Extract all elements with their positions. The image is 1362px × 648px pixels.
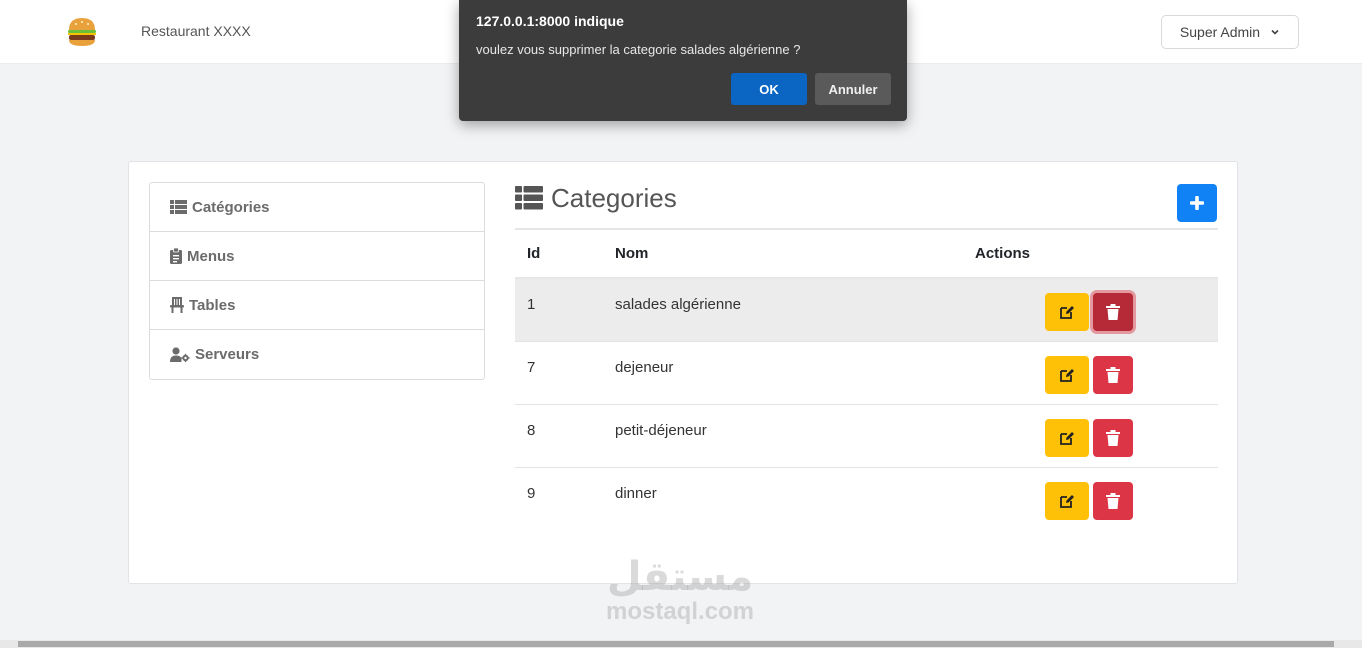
watermark-latin: mostaql.com bbox=[605, 598, 755, 625]
table-row: 8 petit-déjeneur bbox=[515, 404, 1218, 468]
trash-icon bbox=[1106, 429, 1120, 446]
cell-actions bbox=[963, 341, 1218, 405]
page-title: Categories bbox=[515, 182, 677, 214]
cell-id: 7 bbox=[515, 341, 603, 405]
cell-id: 9 bbox=[527, 484, 536, 502]
sidebar-nav: Catégories Menus Tables Serveurs bbox=[149, 182, 485, 380]
sidebar-item-label: Serveurs bbox=[195, 346, 260, 363]
cell-actions bbox=[963, 467, 1218, 530]
edit-icon bbox=[1060, 368, 1074, 382]
trash-icon bbox=[1106, 304, 1120, 320]
column-header-nom: Nom bbox=[603, 230, 963, 279]
chair-icon bbox=[170, 297, 184, 313]
cell-nom: salades algérienne bbox=[603, 278, 963, 342]
user-cog-icon bbox=[170, 347, 190, 362]
trash-icon bbox=[1106, 492, 1120, 509]
watermark-arabic: مستقل bbox=[606, 554, 754, 600]
table-row: 7 dejeneur bbox=[515, 341, 1218, 405]
plus-icon bbox=[1190, 196, 1204, 210]
sidebar-item-label: Tables bbox=[189, 296, 236, 314]
ok-button[interactable]: OK bbox=[731, 73, 807, 105]
chevron-down-icon bbox=[1271, 29, 1279, 35]
edit-button[interactable] bbox=[1045, 355, 1089, 394]
edit-button[interactable] bbox=[1045, 293, 1089, 331]
main-card: Catégories Menus Tables Serveurs Categor… bbox=[128, 161, 1238, 584]
watermark: مستقل mostaql.com bbox=[580, 555, 780, 625]
dialog-message: voulez vous supprimer la categorie salad… bbox=[476, 42, 801, 57]
edit-icon bbox=[1060, 431, 1074, 445]
edit-icon bbox=[1060, 306, 1074, 319]
edit-icon bbox=[1060, 494, 1074, 508]
sidebar-item-menus[interactable]: Menus bbox=[150, 232, 484, 281]
dialog-origin: 127.0.0.1:8000 indique bbox=[476, 13, 624, 29]
sidebar-item-serveurs[interactable]: Serveurs bbox=[150, 330, 484, 379]
delete-button[interactable] bbox=[1093, 355, 1133, 394]
edit-button[interactable] bbox=[1045, 481, 1089, 520]
table-row: 1 salades algérienne bbox=[515, 278, 1218, 342]
page-title-text: Categories bbox=[551, 182, 677, 213]
burger-icon[interactable] bbox=[64, 14, 100, 50]
cell-actions bbox=[963, 404, 1218, 468]
delete-button[interactable] bbox=[1093, 418, 1133, 457]
horizontal-scrollbar[interactable] bbox=[0, 640, 1362, 648]
delete-button[interactable] bbox=[1093, 481, 1133, 520]
delete-button[interactable] bbox=[1093, 293, 1133, 331]
sidebar-item-label: Catégories bbox=[192, 198, 270, 216]
scrollbar-thumb[interactable] bbox=[18, 641, 1334, 647]
list-icon bbox=[170, 200, 187, 214]
table-row: 9 dinner bbox=[515, 467, 1218, 530]
cell-nom: dejeneur bbox=[603, 341, 963, 405]
brand-name[interactable]: Restaurant XXXX bbox=[141, 23, 251, 39]
categories-table: Id Nom Actions 1 salades algérienne 7 de… bbox=[515, 230, 1218, 530]
add-category-button[interactable] bbox=[1177, 184, 1217, 222]
cell-id: 1 bbox=[515, 278, 603, 342]
cell-id: 8 bbox=[515, 404, 603, 468]
sidebar-item-tables[interactable]: Tables bbox=[150, 281, 484, 330]
table-header-row: Id Nom Actions bbox=[515, 230, 1218, 279]
cancel-button[interactable]: Annuler bbox=[815, 73, 891, 105]
user-menu-label: Super Admin bbox=[1179, 24, 1261, 40]
cell-actions bbox=[963, 278, 1218, 342]
sidebar-item-label: Menus bbox=[187, 247, 235, 265]
trash-icon bbox=[1106, 366, 1120, 383]
clipboard-icon bbox=[170, 248, 182, 264]
sidebar-item-categories[interactable]: Catégories bbox=[150, 183, 484, 232]
cell-nom: petit-déjeneur bbox=[603, 404, 963, 468]
edit-button[interactable] bbox=[1045, 418, 1089, 457]
confirm-dialog: 127.0.0.1:8000 indique voulez vous suppr… bbox=[459, 0, 907, 121]
list-icon bbox=[515, 186, 543, 210]
user-menu-button[interactable]: Super Admin bbox=[1161, 15, 1299, 49]
column-header-id: Id bbox=[515, 230, 603, 279]
cell-nom: dinner bbox=[615, 484, 657, 502]
column-header-actions: Actions bbox=[963, 230, 1218, 279]
